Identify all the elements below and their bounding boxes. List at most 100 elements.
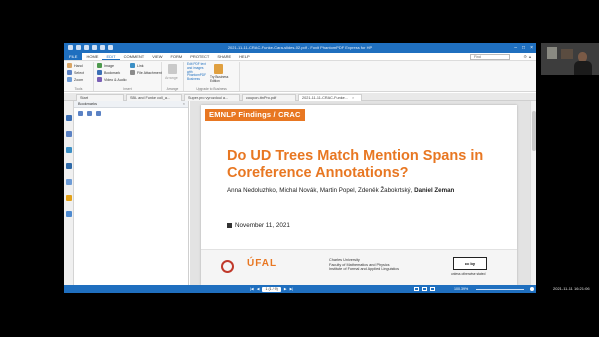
document-tabs: Start SBL and Funke coll_a... Super.pro …	[64, 93, 536, 101]
delete-bookmark-icon[interactable]	[96, 111, 101, 116]
tab-doc-2[interactable]: Super.pro vyrozdoul a...	[184, 94, 240, 101]
institute-name: Institute of Formal and Applied Linguist…	[329, 267, 400, 272]
select-tool-button[interactable]: Select	[67, 70, 84, 75]
zoom-slider-knob[interactable]	[530, 287, 534, 291]
pages-panel-icon[interactable]	[66, 131, 72, 137]
recording-timestamp: 2021-11-11 16:21:06	[553, 286, 590, 291]
link-button[interactable]: Link	[130, 63, 144, 68]
video-audio-button[interactable]: Video & Audio	[97, 77, 127, 82]
bookmarks-panel-icon[interactable]	[66, 115, 72, 121]
tab-protect[interactable]: PROTECT	[186, 53, 213, 60]
tab-doc-2-label: Super.pro vyrozdoul a...	[188, 96, 229, 100]
security-panel-icon[interactable]	[66, 195, 72, 201]
minimize-button[interactable]: –	[514, 43, 517, 53]
view-mode-buttons	[414, 285, 435, 291]
select-tool-label: Select	[74, 70, 84, 75]
arrange-icon[interactable]	[168, 64, 177, 74]
hand-tool-button[interactable]: Hand	[67, 63, 83, 68]
license-note: unless otherwise stated	[451, 272, 486, 276]
last-page-button[interactable]: ▶|	[290, 285, 294, 293]
hand-icon	[67, 63, 72, 68]
tab-view[interactable]: VIEW	[148, 53, 166, 60]
file-menu[interactable]: FILE	[64, 53, 83, 60]
attachments-panel-icon[interactable]	[66, 179, 72, 185]
zoom-slider[interactable]	[476, 288, 524, 290]
file-attachment-label: File Attachment	[137, 70, 162, 75]
tab-doc-active[interactable]: 2021-11-11-CRAC-Funke... ×	[298, 94, 362, 101]
tab-comment[interactable]: COMMENT	[120, 53, 149, 60]
upgrade-promo-link[interactable]: Edit PDF text and images with PhantomPDF…	[187, 62, 209, 82]
close-tab-icon[interactable]: ×	[352, 96, 354, 100]
slide-date: November 11, 2021	[227, 222, 290, 229]
layers-panel-icon[interactable]	[66, 147, 72, 153]
document-viewer[interactable]: EMNLP Findings / CRAC Do UD Trees Match …	[190, 101, 536, 285]
tab-doc-1[interactable]: SBL and Funke coll_a...	[126, 94, 182, 101]
video-icon	[97, 77, 102, 82]
select-icon	[67, 70, 72, 75]
prev-page-button[interactable]: ◀	[257, 285, 260, 293]
facing-view-icon[interactable]	[430, 287, 435, 291]
ufal-logo: ÚFAL	[247, 258, 278, 269]
search-input[interactable]: Find	[470, 54, 510, 60]
ribbon-options-icon[interactable]: ⚙ ▲	[523, 53, 532, 61]
arrange-group-label: Arrange	[166, 87, 179, 91]
slide-authors: Anna Nedoluzhko, Michal Novák, Martin Po…	[227, 187, 454, 194]
tab-help[interactable]: HELP	[235, 53, 253, 60]
venue-badge: EMNLP Findings / CRAC	[205, 109, 305, 121]
arrange-group: Arrange Arrange	[162, 62, 184, 91]
ribbon-panel: Hand Select Zoom Tools Image Bookmark Vi…	[64, 61, 536, 92]
first-page-button[interactable]: |◀	[250, 285, 254, 293]
vertical-scrollbar[interactable]	[530, 101, 536, 285]
image-button[interactable]: Image	[97, 63, 114, 68]
tab-doc-3[interactable]: coupon-ttnPro.pdf	[242, 94, 296, 101]
link-icon	[130, 63, 135, 68]
tab-edit[interactable]: EDIT	[102, 53, 120, 60]
add-bookmark-icon[interactable]	[87, 111, 92, 116]
tab-start-label: Start	[80, 96, 89, 100]
page-number-input[interactable]: 1 (1 / 9)	[262, 287, 281, 293]
comments-panel-icon[interactable]	[66, 163, 72, 169]
try-business-button[interactable]: Try Business Edition	[210, 75, 238, 84]
zoom-tool-button[interactable]: Zoom	[67, 77, 83, 82]
slide-footer: ÚFAL Charles University Faculty of Mathe…	[201, 249, 517, 285]
hand-tool-label: Hand	[74, 63, 83, 68]
presenting-author: Daniel Zeman	[414, 187, 455, 194]
title-bar: 2021-11-11-CRAC-Funke-Cara-slides-02.pdf…	[64, 43, 536, 53]
slide-title: Do UD Trees Match Mention Spans in Coref…	[227, 148, 484, 181]
zoom-tool-label: Zoom	[74, 77, 84, 82]
video-audio-label: Video & Audio	[104, 77, 127, 82]
tab-share[interactable]: SHARE	[213, 53, 235, 60]
maximize-button[interactable]: □	[522, 43, 525, 53]
upgrade-group-label: Upgrade to Business	[196, 87, 227, 91]
next-page-button[interactable]: ▶	[284, 285, 287, 293]
tab-start[interactable]: Start	[76, 94, 124, 101]
tab-form[interactable]: FORM	[166, 53, 186, 60]
bookmark-button[interactable]: Bookmark	[97, 70, 120, 75]
page-navigation: |◀ ◀ 1 (1 / 9) ▶ ▶|	[250, 285, 293, 293]
bookmark-label: Bookmark	[104, 70, 121, 75]
pdf-page: EMNLP Findings / CRAC Do UD Trees Match …	[201, 105, 517, 285]
ribbon-tabs: FILE HOME EDIT COMMENT VIEW FORM PROTECT…	[64, 53, 536, 61]
close-panel-button[interactable]: ×	[183, 101, 185, 108]
tab-doc-1-label: SBL and Funke coll_a...	[130, 96, 171, 100]
university-block: Charles University Faculty of Mathematic…	[329, 258, 399, 272]
tab-home[interactable]: HOME	[82, 53, 102, 60]
file-attachment-button[interactable]: File Attachment	[130, 70, 162, 75]
webcam-thumbnail	[541, 43, 599, 75]
scrollbar-thumb[interactable]	[532, 111, 536, 151]
bookmarks-header: Bookmarks ×	[74, 101, 188, 108]
webcam-window	[547, 47, 557, 59]
zoom-level[interactable]: 100.39%	[454, 285, 468, 293]
screen: 2021-11-11-CRAC-Funke-Cara-slides-02.pdf…	[0, 0, 599, 337]
window-title: 2021-11-11-CRAC-Funke-Cara-slides-02.pdf…	[227, 45, 373, 50]
continuous-view-icon[interactable]	[422, 287, 427, 291]
bookmarks-toolbar	[74, 108, 188, 119]
webcam-person-body	[574, 61, 592, 75]
close-button[interactable]: ×	[530, 43, 533, 53]
expand-bookmark-icon[interactable]	[78, 111, 83, 116]
bookmark-icon	[97, 70, 102, 75]
webcam-shelf	[561, 49, 573, 59]
upgrade-group: Edit PDF text and images with PhantomPDF…	[184, 62, 240, 91]
signatures-panel-icon[interactable]	[66, 211, 72, 217]
single-page-view-icon[interactable]	[414, 287, 419, 291]
